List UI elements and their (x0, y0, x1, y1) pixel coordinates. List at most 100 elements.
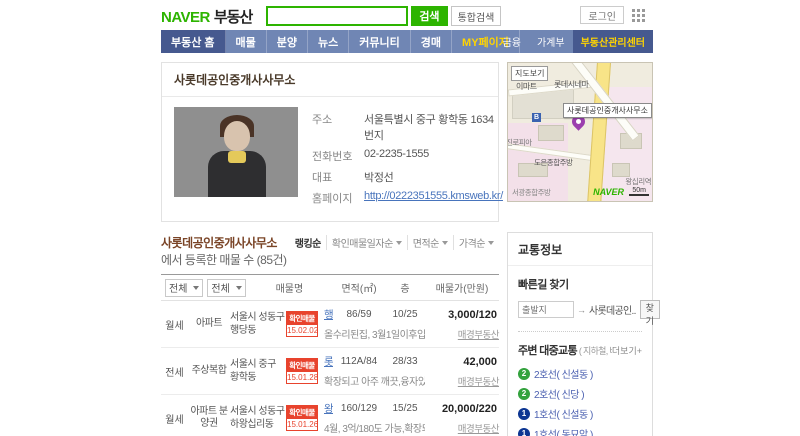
subway-list: 2 2호선( 신설동 ) 2 2호선( 신당 ) 1 1호선( 신설동 ) 1 … (518, 366, 642, 436)
field-label: 주소 (312, 114, 333, 126)
subway-item-label: 1호선( 신설동 ) (534, 410, 593, 421)
confirmed-stamp: 확인매물 15.02.02 (286, 311, 318, 337)
listing-source-link[interactable]: 매경부동산 (458, 330, 500, 341)
nav-item-label: 매물 (235, 36, 256, 49)
login-button[interactable]: 로그인 (580, 6, 624, 24)
filter-dropdown-value: 전체 (169, 284, 188, 295)
subway-line-icon: 1 (518, 407, 530, 420)
listing-name-link[interactable]: 왕십리뉴타운1구역텐즈힐 (324, 403, 333, 415)
listing-row: 전세 주상복합 서울시 중구 황학동 확인매물 15.01.28 롯데캐슬베네치… (161, 348, 500, 395)
listing-region-line1: 서울시 성동구 (230, 312, 285, 323)
map-label-doeun: 도은종합주방 (534, 158, 573, 167)
search-button[interactable]: 검색 (411, 6, 448, 26)
listing-floor: 10/25 (392, 309, 418, 320)
location-map[interactable]: 지도보기 이마트 롯데시네마 진로피아 도은종합주방 서광종합주방 왕십리역 사… (507, 62, 653, 202)
confirmed-date: 15.01.28 (287, 373, 319, 382)
route-origin-input[interactable] (518, 301, 574, 318)
agency-field-row: 대표 박정선 (312, 169, 503, 185)
confirmed-stamp-label: 확인매물 (287, 312, 317, 325)
map-view-button[interactable]: 지도보기 (511, 66, 549, 81)
map-agency-tooltip: 사롯데공인중개사사무소 (563, 103, 652, 118)
chevron-down-icon (488, 240, 494, 245)
field-label: 전화번호 (312, 151, 353, 163)
nav-item[interactable]: 매물 (226, 30, 267, 53)
confirmed-stamp: 확인매물 15.01.28 (286, 358, 318, 384)
listing-description: 올수리된집, 3월1일이후입주가능 (324, 330, 425, 341)
column-header-name: 매물명 (275, 284, 304, 295)
nav-item[interactable]: 커뮤니티 (349, 30, 411, 53)
nav-item-label: 분양 (276, 36, 298, 49)
subway-item[interactable]: 1 1호선( 신설동 ) (518, 406, 642, 421)
listing-region: 서울시 중구 황학동 (230, 358, 286, 384)
listing-name-cell: 롯데캐슬베네치아 (324, 354, 333, 369)
map-naver-credit: NAVER (593, 187, 624, 197)
sort-option-label: 확인매물일자순 (331, 239, 393, 250)
subway-item[interactable]: 1 1호선( 동묘앞 ) (518, 426, 642, 436)
apps-grid-icon[interactable] (632, 8, 645, 22)
subway-item[interactable]: 2 2호선( 신당 ) (518, 386, 642, 401)
listing-source-link[interactable]: 매경부동산 (458, 424, 500, 435)
subway-line-icon: 2 (518, 367, 530, 380)
agency-name: 사롯데공인중개사사무소 (162, 63, 498, 97)
nav-right-group: 금융 가계부 부동산관리센터 (495, 30, 653, 53)
subway-line-icon: 2 (518, 387, 530, 400)
nav-right-item[interactable]: 가계부 (529, 30, 573, 53)
main-navigation: 부동산 홈 매물 분양 뉴스 커뮤니티 경매 MY페이지 금융 가계부 부동산관… (161, 30, 653, 53)
filter-dropdown[interactable]: 전체 (207, 278, 246, 297)
chevron-down-icon (193, 285, 200, 290)
sort-option[interactable]: 면적순 (406, 235, 453, 250)
nav-right-item-label: 부동산관리센터 (580, 38, 645, 49)
nav-right-item[interactable]: 부동산관리센터 (572, 30, 653, 53)
route-destination: 사롯데공인.. (589, 306, 636, 317)
subway-item-label: 1호선( 동묘앞 ) (534, 430, 593, 436)
agency-field-row: 전화번호 02-2235-1555 (312, 148, 503, 164)
listing-area: 160/129 (340, 403, 378, 414)
agent-photo (174, 107, 298, 197)
arrow-right-icon: → (577, 304, 586, 315)
listing-region: 서울시 성동구 하왕십리동 (230, 405, 286, 431)
nav-item[interactable]: 경매 (411, 30, 453, 53)
filter-dropdown[interactable]: 전체 (165, 278, 204, 297)
nav-item[interactable]: 부동산 홈 (161, 30, 226, 53)
subway-item-label: 2호선( 신당 ) (534, 390, 585, 401)
listings-title-agency: 사롯데공인중개사사무소 (161, 236, 277, 250)
sort-option[interactable]: 랭킹순 (290, 235, 326, 250)
column-header-floor: 층 (400, 284, 410, 295)
map-label-seogwang: 서광종합주방 (512, 188, 551, 197)
service-logo-text: 부동산 (213, 8, 253, 26)
listing-floor: 15/25 (392, 403, 418, 414)
listing-name-link[interactable]: 행당한진타운 (324, 309, 333, 321)
route-search-button[interactable]: 찾기 (639, 300, 660, 326)
confirmed-date: 15.02.02 (287, 326, 319, 335)
sort-option[interactable]: 확인매물일자순 (325, 235, 407, 250)
filter-dropdown-value: 전체 (211, 284, 230, 295)
transit-more-link[interactable]: 더보기+ (612, 344, 642, 357)
listing-price: 3,000/120 (448, 308, 497, 321)
nav-right-item[interactable]: 금융 (495, 30, 529, 53)
chevron-down-icon (235, 285, 242, 290)
nav-right-item-label: 가계부 (536, 38, 565, 49)
route-finder: → 사롯데공인.. 찾기 (518, 300, 660, 326)
naver-logo[interactable]: NAVER 부동산 (161, 6, 253, 27)
listing-name-cell: 왕십리뉴타운1구역텐즈힐 (324, 401, 333, 416)
listing-name-link[interactable]: 롯데캐슬베네치아 (324, 356, 333, 368)
sort-option-label: 가격순 (458, 239, 486, 250)
field-value: 02-2235-1555 (364, 148, 429, 160)
search-input[interactable] (266, 6, 409, 26)
sort-option-label: 면적순 (412, 239, 440, 250)
listing-source-link[interactable]: 매경부동산 (458, 377, 500, 388)
subway-line-icon: 1 (518, 427, 530, 436)
unified-search-button[interactable]: 통합검색 (450, 6, 502, 26)
listing-price: 20,000/220 (441, 402, 497, 415)
agency-field-row: 주소 서울특별시 중구 황학동 1634번지 (312, 111, 503, 143)
column-header-area: 면적(㎡) (341, 284, 377, 295)
listings-title-rest: 에서 등록한 매물 수 (85건) (161, 253, 287, 267)
nav-item[interactable]: 분양 (267, 30, 309, 53)
map-label-jinro: 진로피아 (507, 138, 532, 147)
sort-option[interactable]: 가격순 (452, 235, 499, 250)
subway-item-label: 2호선( 신설동 ) (534, 370, 593, 381)
nav-item[interactable]: 뉴스 (308, 30, 350, 53)
subway-item[interactable]: 2 2호선( 신설동 ) (518, 366, 642, 381)
listing-trade-type: 월세 (165, 320, 184, 332)
map-label-station: 왕십리역 (625, 177, 651, 186)
